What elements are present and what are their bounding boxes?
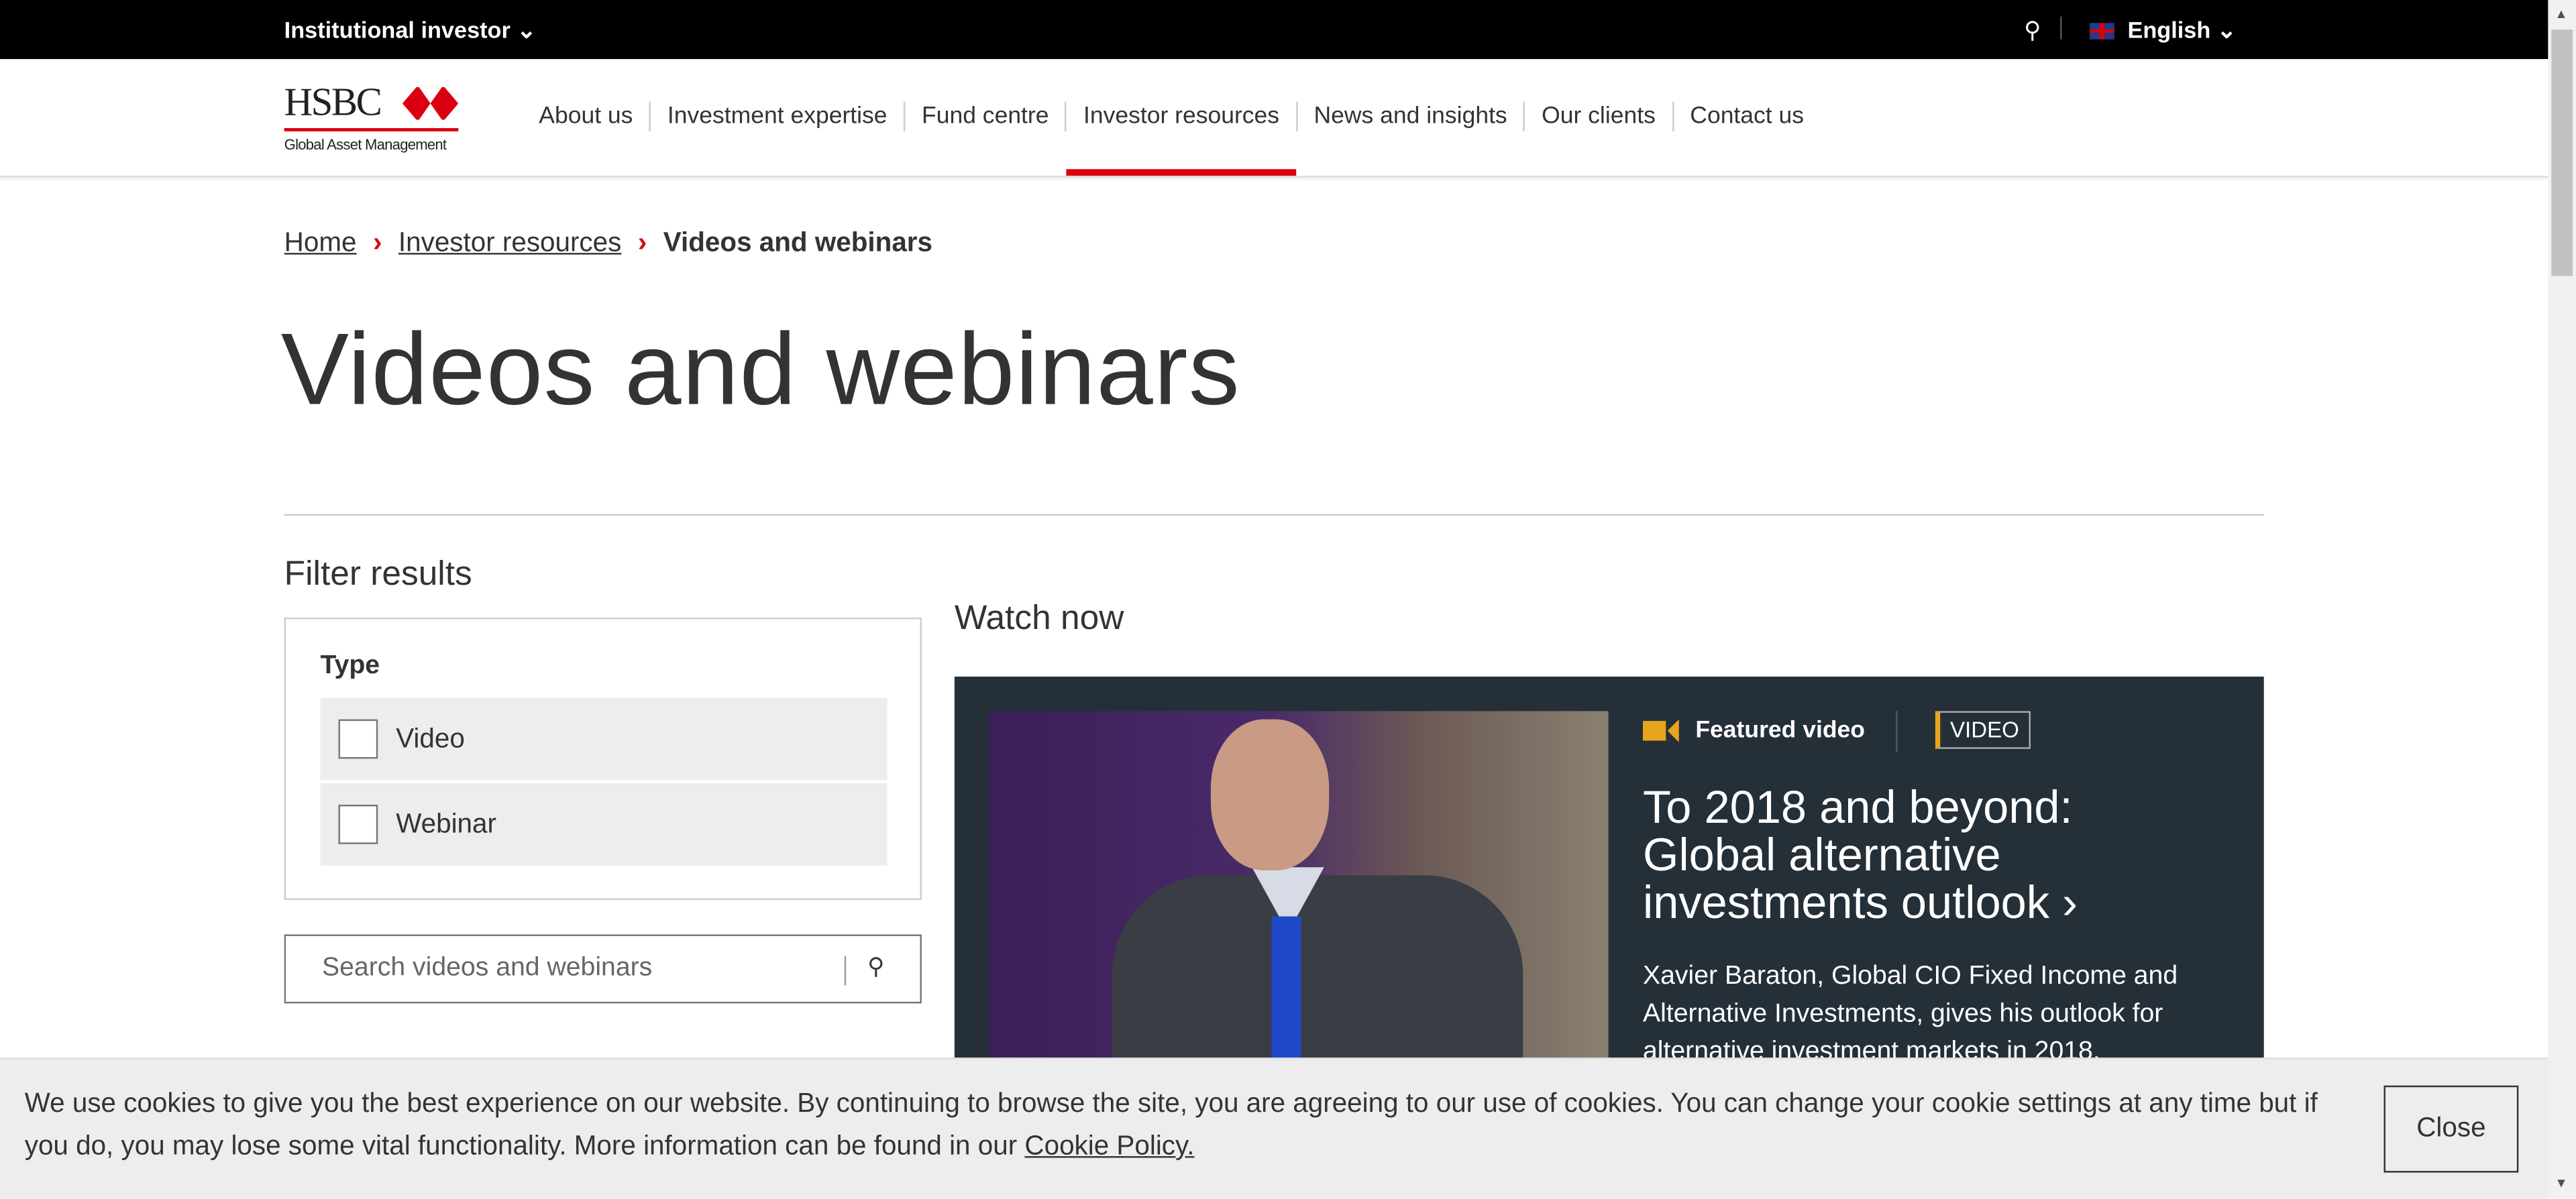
breadcrumb-current: Videos and webinars — [663, 228, 933, 258]
nav-our-clients[interactable]: Our clients — [1523, 101, 1672, 131]
uk-flag-icon — [2090, 23, 2114, 40]
search-box: ⚲ — [284, 934, 922, 1004]
nav-news-and-insights[interactable]: News and insights — [1295, 101, 1524, 131]
search-icon[interactable]: ⚲ — [2024, 16, 2041, 44]
nav-investor-resources[interactable]: Investor resources — [1065, 101, 1297, 176]
filter-panel: Type Video Webinar — [284, 617, 922, 901]
audience-label: Institutional investor — [284, 16, 511, 43]
nav-investment-expertise[interactable]: Investment expertise — [649, 101, 904, 131]
type-badge: VIDEO — [1935, 711, 2031, 749]
divider — [284, 514, 2264, 516]
scrollbar-thumb[interactable] — [2551, 30, 2573, 276]
logo-rule — [284, 128, 459, 131]
nav-about-us[interactable]: About us — [523, 102, 649, 131]
logo-subtitle: Global Asset Management — [284, 136, 447, 153]
nav-fund-centre[interactable]: Fund centre — [904, 101, 1065, 131]
cookie-banner: We use cookies to give you the best expe… — [0, 1058, 2548, 1199]
scroll-up-icon[interactable]: ▲ — [2555, 7, 2567, 21]
search-input[interactable] — [319, 952, 818, 986]
scroll-down-icon[interactable]: ▼ — [2555, 1176, 2567, 1190]
top-bar: Institutional investor ⌄ ⚲ English ⌄ — [0, 0, 2548, 60]
featured-video-card[interactable]: Featured video VIDEO To 2018 and beyond:… — [954, 676, 2264, 1089]
scrollbar[interactable]: ▲ ▼ — [2548, 0, 2576, 1199]
breadcrumb-home[interactable]: Home — [284, 228, 357, 258]
filter-title: Filter results — [284, 555, 472, 593]
video-thumbnail[interactable] — [989, 711, 1609, 1089]
divider — [1896, 711, 1898, 752]
thumbnail-head — [1210, 719, 1330, 870]
video-checkbox[interactable] — [338, 719, 378, 759]
chevron-down-icon: ⌄ — [517, 16, 537, 43]
filter-group-label: Type — [320, 652, 380, 680]
breadcrumb: Home › Investor resources › Videos and webin… — [284, 228, 932, 260]
option-label: Webinar — [396, 809, 496, 840]
search-icon[interactable]: ⚲ — [867, 952, 884, 980]
main-nav: About us Investment expertise Fund centr… — [523, 101, 1821, 176]
hsbc-logo[interactable]: HSBC Global Asset Management — [284, 84, 459, 153]
filter-option-video[interactable]: Video — [320, 697, 888, 781]
featured-label-text: Featured video — [1695, 718, 1865, 744]
close-button[interactable]: Close — [2383, 1085, 2519, 1173]
featured-description: Xavier Baraton, Global CIO Fixed Income … — [1643, 962, 2178, 1066]
language-label: English — [2127, 16, 2211, 43]
breadcrumb-investor-resources[interactable]: Investor resources — [398, 228, 621, 258]
filter-option-webinar[interactable]: Webinar — [320, 783, 888, 866]
audience-selector[interactable]: Institutional investor ⌄ — [284, 16, 536, 44]
featured-label: Featured video — [1643, 718, 1865, 744]
watch-now-heading: Watch now — [954, 599, 1124, 638]
thumbnail-figure — [1112, 875, 1523, 1089]
featured-title-link[interactable]: To 2018 and beyond: Global alternative i… — [1643, 783, 2202, 926]
webinar-checkbox[interactable] — [338, 805, 378, 844]
cookie-policy-link[interactable]: Cookie Policy. — [1024, 1131, 1194, 1161]
chevron-right-icon: › — [372, 228, 382, 258]
divider — [2060, 16, 2062, 40]
chevron-down-icon: ⌄ — [2216, 16, 2237, 43]
chevron-right-icon: › — [637, 228, 647, 258]
language-selector[interactable]: English ⌄ — [2090, 16, 2237, 44]
divider — [844, 956, 847, 986]
nav-contact-us[interactable]: Contact us — [1672, 101, 1820, 131]
option-label: Video — [396, 724, 465, 754]
page-title: Videos and webinars — [280, 313, 1240, 427]
main-header: HSBC Global Asset Management About us In… — [0, 59, 2548, 178]
cookie-message: We use cookies to give you the best expe… — [25, 1082, 2366, 1167]
